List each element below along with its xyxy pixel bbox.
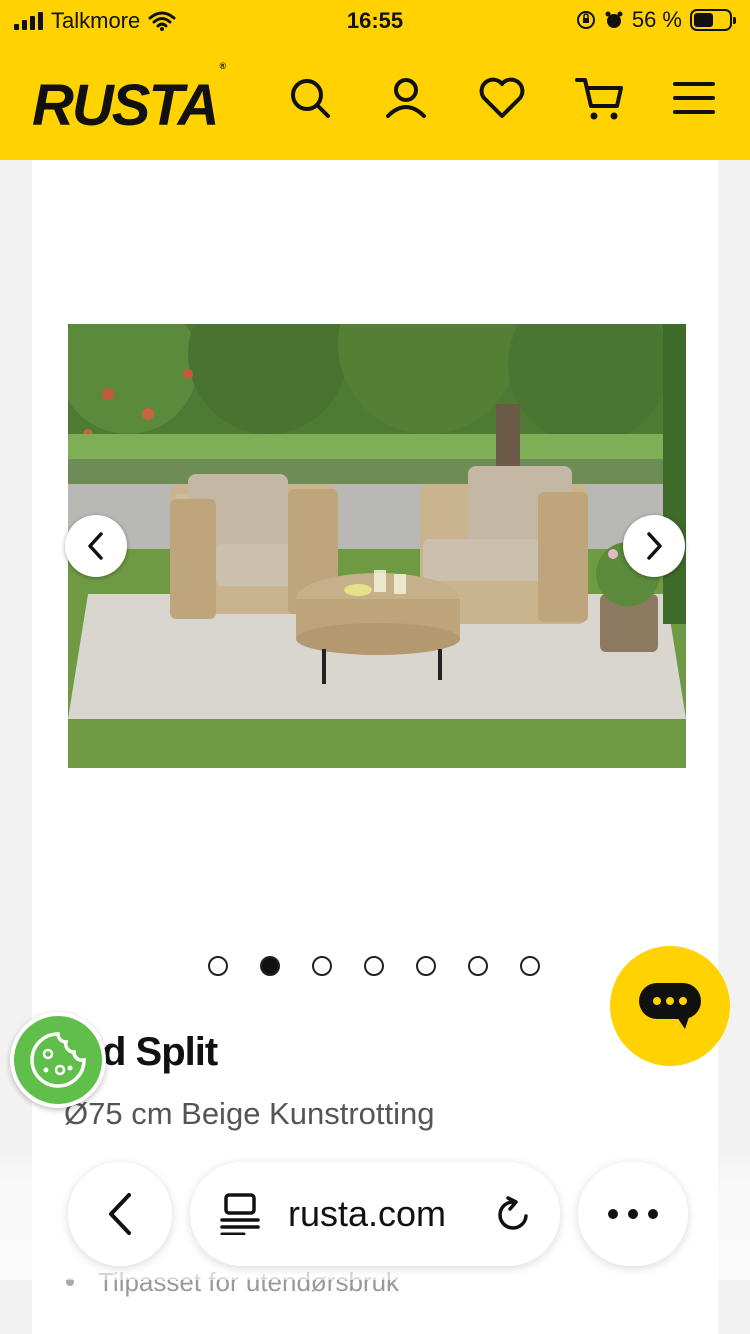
site-header: RUSTA® <box>0 42 750 160</box>
search-button[interactable] <box>284 72 336 124</box>
browser-more-button[interactable] <box>578 1162 688 1266</box>
chat-bubble-icon <box>639 983 701 1029</box>
orientation-lock-icon <box>576 11 595 29</box>
heart-icon <box>479 77 525 118</box>
account-icon <box>386 78 426 118</box>
menu-icon <box>673 82 715 114</box>
gallery-dot[interactable] <box>260 956 280 976</box>
gallery-dot[interactable] <box>364 956 384 976</box>
more-dots-icon <box>608 1209 658 1219</box>
logo-text: RUSTA <box>32 73 219 138</box>
url-text: rusta.com <box>288 1193 447 1234</box>
product-image[interactable] <box>68 324 686 768</box>
chevron-right-icon <box>647 532 662 560</box>
product-photo <box>68 324 686 768</box>
gallery-prev-button[interactable] <box>65 515 127 577</box>
gallery-dot[interactable] <box>208 956 228 976</box>
battery-percent: 56 % <box>631 7 682 32</box>
page-menu-icon <box>220 1193 260 1235</box>
logo-registered-mark: ® <box>219 60 225 71</box>
gallery-pagination <box>208 956 540 976</box>
wishlist-button[interactable] <box>476 72 528 124</box>
gallery-next-button[interactable] <box>623 515 685 577</box>
cookie-settings-button[interactable] <box>10 1012 106 1108</box>
cart-button[interactable] <box>574 72 626 124</box>
account-button[interactable] <box>380 72 432 124</box>
cart-icon <box>575 78 623 120</box>
status-bar: Talkmore 16:55 56 % <box>0 0 750 42</box>
gallery-dot[interactable] <box>520 956 540 976</box>
product-subtitle: Ø75 cm Beige Kunstrotting <box>64 1096 435 1131</box>
menu-button[interactable] <box>668 72 720 124</box>
gallery-dot[interactable] <box>468 956 488 976</box>
cookie-icon <box>30 1032 86 1088</box>
chevron-left-icon <box>88 532 103 560</box>
browser-back-button[interactable] <box>68 1162 172 1266</box>
gallery-dot[interactable] <box>312 956 332 976</box>
chat-button[interactable] <box>610 946 730 1066</box>
reload-icon[interactable] <box>494 1194 534 1234</box>
address-bar[interactable]: rusta.com <box>190 1162 560 1266</box>
alarm-icon <box>605 11 623 28</box>
battery-icon <box>690 9 736 31</box>
chevron-left-icon <box>109 1193 131 1235</box>
search-icon <box>291 79 330 118</box>
gallery-dot[interactable] <box>416 956 436 976</box>
rusta-logo[interactable]: RUSTA® <box>32 61 226 139</box>
